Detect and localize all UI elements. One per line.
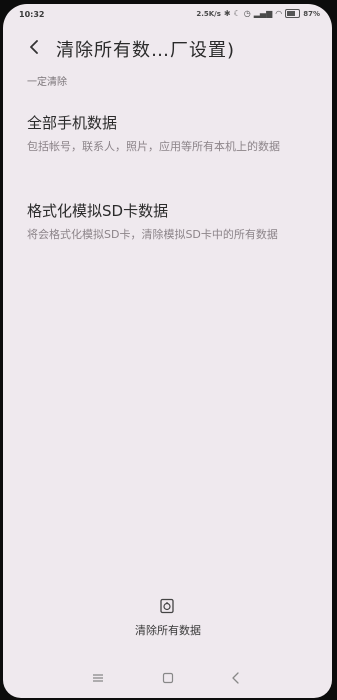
- moon-icon: ☾: [233, 8, 241, 18]
- status-indicators: 2.5K/s ✱ ☾ ◷ ▂▄▆ ◠ 87%: [196, 9, 320, 18]
- chevron-left-icon: [30, 40, 38, 54]
- phone-frame: 10:32 2.5K/s ✱ ☾ ◷ ▂▄▆ ◠ 87% 清除所有数…厂设置) …: [0, 0, 337, 700]
- reset-icon: [160, 598, 174, 614]
- option-description: 包括帐号，联系人，照片，应用等所有本机上的数据: [27, 140, 280, 153]
- option-all-phone-data[interactable]: 全部手机数据 包括帐号，联系人，照片，应用等所有本机上的数据: [27, 112, 317, 156]
- menu-button[interactable]: [85, 668, 111, 688]
- screen: 10:32 2.5K/s ✱ ☾ ◷ ▂▄▆ ◠ 87% 清除所有数…厂设置) …: [3, 4, 332, 698]
- back-button[interactable]: [21, 34, 47, 60]
- option-description: 将会格式化模拟SD卡，清除模拟SD卡中的所有数据: [27, 228, 278, 241]
- clear-all-data-label: 清除所有数据: [135, 624, 201, 637]
- clear-all-data-button[interactable]: 清除所有数据: [103, 598, 233, 642]
- battery-icon: [285, 9, 301, 18]
- alarm-icon: ◷: [243, 8, 251, 18]
- network-speed: 2.5K/s: [196, 9, 221, 18]
- page-title: 清除所有数…厂设置): [56, 40, 236, 61]
- back-icon: [232, 672, 239, 684]
- section-label: 一定清除: [27, 77, 67, 88]
- home-button[interactable]: [155, 668, 181, 688]
- menu-icon: [93, 674, 103, 682]
- option-format-sd-card[interactable]: 格式化模拟SD卡数据 将会格式化模拟SD卡，清除模拟SD卡中的所有数据: [27, 200, 317, 244]
- signal-icon: ▂▄▆: [253, 8, 273, 18]
- home-icon: [162, 672, 174, 684]
- option-title: 全部手机数据: [27, 114, 118, 132]
- battery-level: 87%: [303, 9, 320, 18]
- navigation-bar: [3, 664, 332, 694]
- bluetooth-icon: ✱: [223, 8, 231, 18]
- wifi-icon: ◠: [275, 8, 283, 18]
- option-title: 格式化模拟SD卡数据: [27, 202, 169, 220]
- header: 清除所有数…厂设置): [3, 28, 332, 66]
- nav-back-button[interactable]: [223, 668, 249, 688]
- status-bar: 10:32 2.5K/s ✱ ☾ ◷ ▂▄▆ ◠ 87%: [3, 4, 332, 24]
- status-time: 10:32: [19, 10, 45, 19]
